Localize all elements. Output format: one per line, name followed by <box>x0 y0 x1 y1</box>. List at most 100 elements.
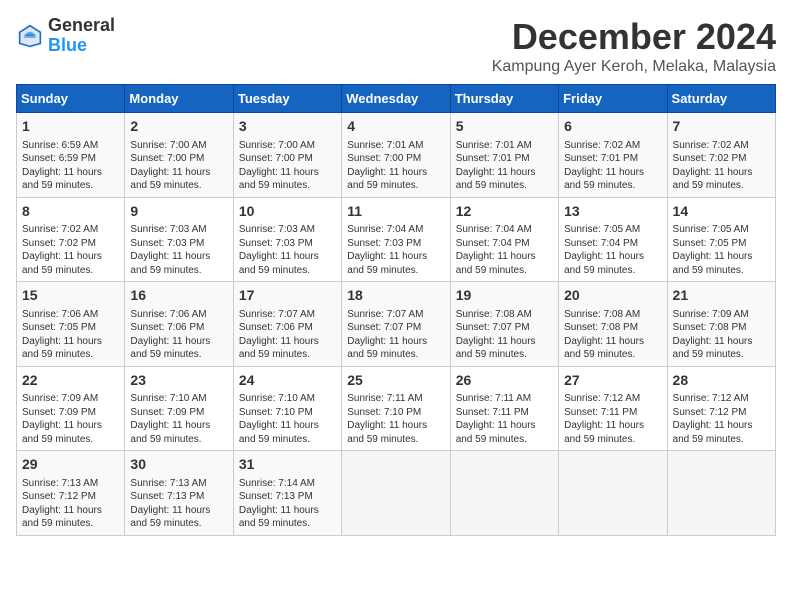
logo-blue: Blue <box>48 36 115 56</box>
calendar-cell: 7Sunrise: 7:02 AMSunset: 7:02 PMDaylight… <box>667 113 775 198</box>
logo: General Blue <box>16 16 115 56</box>
day-number: 11 <box>347 202 444 222</box>
day-number: 23 <box>130 371 227 391</box>
day-info: Sunrise: 7:05 AMSunset: 7:04 PMDaylight:… <box>564 223 661 277</box>
calendar-week-row: 22Sunrise: 7:09 AMSunset: 7:09 PMDayligh… <box>17 366 776 451</box>
day-number: 24 <box>239 371 336 391</box>
day-number: 26 <box>456 371 553 391</box>
day-info: Sunrise: 6:59 AMSunset: 6:59 PMDaylight:… <box>22 139 119 193</box>
calendar-cell: 13Sunrise: 7:05 AMSunset: 7:04 PMDayligh… <box>559 197 667 282</box>
day-info: Sunrise: 7:03 AMSunset: 7:03 PMDaylight:… <box>130 223 227 277</box>
day-info: Sunrise: 7:12 AMSunset: 7:11 PMDaylight:… <box>564 392 661 446</box>
day-number: 25 <box>347 371 444 391</box>
calendar-header-row: SundayMondayTuesdayWednesdayThursdayFrid… <box>17 85 776 113</box>
calendar-cell: 26Sunrise: 7:11 AMSunset: 7:11 PMDayligh… <box>450 366 558 451</box>
logo-general: General <box>48 16 115 36</box>
logo-text: General Blue <box>48 16 115 56</box>
day-info: Sunrise: 7:05 AMSunset: 7:05 PMDaylight:… <box>673 223 770 277</box>
calendar-cell: 5Sunrise: 7:01 AMSunset: 7:01 PMDaylight… <box>450 113 558 198</box>
day-number: 1 <box>22 117 119 137</box>
calendar-header-thursday: Thursday <box>450 85 558 113</box>
calendar-cell: 12Sunrise: 7:04 AMSunset: 7:04 PMDayligh… <box>450 197 558 282</box>
calendar-cell: 4Sunrise: 7:01 AMSunset: 7:00 PMDaylight… <box>342 113 450 198</box>
day-number: 22 <box>22 371 119 391</box>
day-info: Sunrise: 7:13 AMSunset: 7:13 PMDaylight:… <box>130 477 227 531</box>
day-info: Sunrise: 7:01 AMSunset: 7:00 PMDaylight:… <box>347 139 444 193</box>
calendar-cell: 11Sunrise: 7:04 AMSunset: 7:03 PMDayligh… <box>342 197 450 282</box>
day-number: 27 <box>564 371 661 391</box>
calendar-cell: 22Sunrise: 7:09 AMSunset: 7:09 PMDayligh… <box>17 366 125 451</box>
day-info: Sunrise: 7:03 AMSunset: 7:03 PMDaylight:… <box>239 223 336 277</box>
day-info: Sunrise: 7:11 AMSunset: 7:10 PMDaylight:… <box>347 392 444 446</box>
day-info: Sunrise: 7:02 AMSunset: 7:02 PMDaylight:… <box>673 139 770 193</box>
calendar-cell: 25Sunrise: 7:11 AMSunset: 7:10 PMDayligh… <box>342 366 450 451</box>
calendar-cell: 20Sunrise: 7:08 AMSunset: 7:08 PMDayligh… <box>559 282 667 367</box>
calendar-header-friday: Friday <box>559 85 667 113</box>
day-info: Sunrise: 7:02 AMSunset: 7:01 PMDaylight:… <box>564 139 661 193</box>
calendar-header-saturday: Saturday <box>667 85 775 113</box>
day-info: Sunrise: 7:06 AMSunset: 7:05 PMDaylight:… <box>22 308 119 362</box>
title-section: December 2024 Kampung Ayer Keroh, Melaka… <box>492 16 776 76</box>
day-info: Sunrise: 7:13 AMSunset: 7:12 PMDaylight:… <box>22 477 119 531</box>
calendar-cell: 28Sunrise: 7:12 AMSunset: 7:12 PMDayligh… <box>667 366 775 451</box>
day-info: Sunrise: 7:04 AMSunset: 7:04 PMDaylight:… <box>456 223 553 277</box>
day-number: 14 <box>673 202 770 222</box>
day-number: 30 <box>130 455 227 475</box>
day-info: Sunrise: 7:04 AMSunset: 7:03 PMDaylight:… <box>347 223 444 277</box>
day-info: Sunrise: 7:11 AMSunset: 7:11 PMDaylight:… <box>456 392 553 446</box>
page-header: General Blue December 2024 Kampung Ayer … <box>16 16 776 76</box>
calendar-cell <box>667 451 775 536</box>
calendar-cell <box>450 451 558 536</box>
logo-icon <box>16 22 44 50</box>
calendar-title: December 2024 <box>492 16 776 58</box>
day-number: 21 <box>673 286 770 306</box>
calendar-cell: 14Sunrise: 7:05 AMSunset: 7:05 PMDayligh… <box>667 197 775 282</box>
day-info: Sunrise: 7:12 AMSunset: 7:12 PMDaylight:… <box>673 392 770 446</box>
day-number: 31 <box>239 455 336 475</box>
day-number: 17 <box>239 286 336 306</box>
day-info: Sunrise: 7:14 AMSunset: 7:13 PMDaylight:… <box>239 477 336 531</box>
day-number: 10 <box>239 202 336 222</box>
day-number: 6 <box>564 117 661 137</box>
calendar-cell: 9Sunrise: 7:03 AMSunset: 7:03 PMDaylight… <box>125 197 233 282</box>
day-number: 5 <box>456 117 553 137</box>
day-info: Sunrise: 7:07 AMSunset: 7:07 PMDaylight:… <box>347 308 444 362</box>
day-info: Sunrise: 7:08 AMSunset: 7:07 PMDaylight:… <box>456 308 553 362</box>
day-info: Sunrise: 7:06 AMSunset: 7:06 PMDaylight:… <box>130 308 227 362</box>
calendar-header-tuesday: Tuesday <box>233 85 341 113</box>
calendar-cell: 30Sunrise: 7:13 AMSunset: 7:13 PMDayligh… <box>125 451 233 536</box>
calendar-cell: 16Sunrise: 7:06 AMSunset: 7:06 PMDayligh… <box>125 282 233 367</box>
day-info: Sunrise: 7:09 AMSunset: 7:08 PMDaylight:… <box>673 308 770 362</box>
calendar-cell: 31Sunrise: 7:14 AMSunset: 7:13 PMDayligh… <box>233 451 341 536</box>
day-number: 4 <box>347 117 444 137</box>
calendar-cell: 27Sunrise: 7:12 AMSunset: 7:11 PMDayligh… <box>559 366 667 451</box>
day-info: Sunrise: 7:02 AMSunset: 7:02 PMDaylight:… <box>22 223 119 277</box>
calendar-cell: 17Sunrise: 7:07 AMSunset: 7:06 PMDayligh… <box>233 282 341 367</box>
day-number: 7 <box>673 117 770 137</box>
day-number: 8 <box>22 202 119 222</box>
calendar-header-sunday: Sunday <box>17 85 125 113</box>
calendar-cell: 3Sunrise: 7:00 AMSunset: 7:00 PMDaylight… <box>233 113 341 198</box>
calendar-cell: 1Sunrise: 6:59 AMSunset: 6:59 PMDaylight… <box>17 113 125 198</box>
day-info: Sunrise: 7:10 AMSunset: 7:10 PMDaylight:… <box>239 392 336 446</box>
calendar-cell <box>342 451 450 536</box>
calendar-week-row: 1Sunrise: 6:59 AMSunset: 6:59 PMDaylight… <box>17 113 776 198</box>
calendar-header-monday: Monday <box>125 85 233 113</box>
calendar-week-row: 8Sunrise: 7:02 AMSunset: 7:02 PMDaylight… <box>17 197 776 282</box>
calendar-cell: 2Sunrise: 7:00 AMSunset: 7:00 PMDaylight… <box>125 113 233 198</box>
calendar-cell: 18Sunrise: 7:07 AMSunset: 7:07 PMDayligh… <box>342 282 450 367</box>
calendar-cell: 21Sunrise: 7:09 AMSunset: 7:08 PMDayligh… <box>667 282 775 367</box>
day-number: 9 <box>130 202 227 222</box>
day-number: 12 <box>456 202 553 222</box>
day-number: 20 <box>564 286 661 306</box>
day-number: 29 <box>22 455 119 475</box>
calendar-cell: 23Sunrise: 7:10 AMSunset: 7:09 PMDayligh… <box>125 366 233 451</box>
day-info: Sunrise: 7:00 AMSunset: 7:00 PMDaylight:… <box>130 139 227 193</box>
day-number: 2 <box>130 117 227 137</box>
calendar-cell: 19Sunrise: 7:08 AMSunset: 7:07 PMDayligh… <box>450 282 558 367</box>
day-info: Sunrise: 7:09 AMSunset: 7:09 PMDaylight:… <box>22 392 119 446</box>
calendar-week-row: 29Sunrise: 7:13 AMSunset: 7:12 PMDayligh… <box>17 451 776 536</box>
calendar-table: SundayMondayTuesdayWednesdayThursdayFrid… <box>16 84 776 536</box>
day-number: 13 <box>564 202 661 222</box>
day-number: 3 <box>239 117 336 137</box>
